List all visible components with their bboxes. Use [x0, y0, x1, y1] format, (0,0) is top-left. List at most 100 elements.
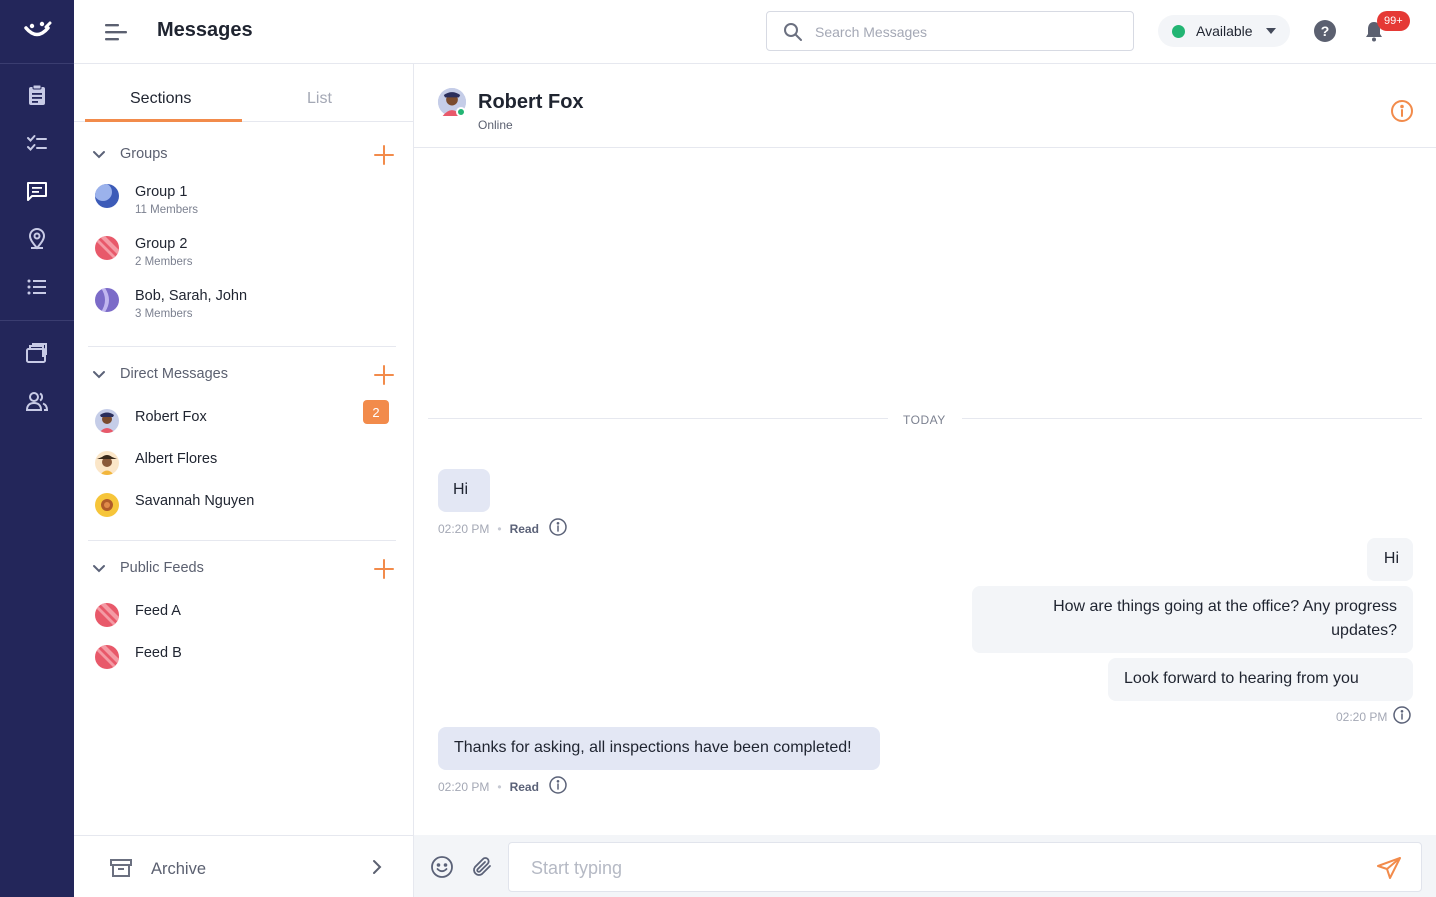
outgoing-message: Look forward to hearing from you: [1108, 658, 1413, 701]
archive-link[interactable]: Archive: [74, 835, 413, 897]
meta-separator: •: [497, 521, 502, 536]
users-icon[interactable]: [0, 381, 74, 421]
chevron-down-icon: [92, 562, 106, 581]
top-header: Messages Available ? 99+: [74, 0, 1436, 64]
send-icon[interactable]: [1376, 856, 1402, 885]
briefcase-icon[interactable]: [0, 333, 74, 373]
add-group-icon[interactable]: [373, 144, 395, 171]
contact-avatar: [95, 409, 119, 433]
contact-name: Albert Flores: [135, 451, 218, 467]
public-feeds-section-header[interactable]: Public Feeds: [74, 554, 413, 584]
group-name: Group 2: [135, 236, 188, 252]
rail-divider: [0, 320, 74, 321]
message-time: 02:20 PM: [1336, 709, 1388, 724]
groups-section-title: Groups: [120, 146, 168, 162]
feed-item[interactable]: Feed A: [74, 603, 413, 647]
group-item[interactable]: Bob, Sarah, John 3 Members: [74, 288, 413, 332]
read-receipt: Read: [509, 521, 539, 536]
panel-tabs: Sections List: [74, 64, 413, 122]
search-icon: [783, 22, 803, 47]
logo-icon[interactable]: [0, 0, 74, 64]
feed-name: Feed A: [135, 603, 181, 619]
contact-avatar: [95, 451, 119, 475]
chevron-down-icon: [92, 148, 106, 167]
message-meta: 02:20 PM: [1336, 706, 1412, 727]
message-info-icon[interactable]: [549, 518, 567, 539]
chevron-right-icon: [370, 859, 384, 880]
incoming-message: Thanks for asking, all inspections have …: [438, 727, 880, 770]
tab-list[interactable]: List: [307, 90, 332, 108]
message-time: 02:20 PM: [438, 521, 490, 536]
contact-item[interactable]: Albert Flores: [74, 451, 413, 495]
group-name: Bob, Sarah, John: [135, 288, 248, 304]
app-rail: [0, 0, 74, 897]
meta-separator: •: [497, 779, 502, 794]
archive-label: Archive: [151, 860, 207, 878]
status-dot: [1172, 24, 1185, 38]
feed-avatar: [95, 603, 119, 627]
info-icon[interactable]: [1390, 99, 1414, 128]
list-icon[interactable]: [0, 267, 74, 307]
day-separator-line: [428, 418, 888, 419]
section-divider: [88, 346, 396, 347]
search-input[interactable]: [815, 20, 1115, 44]
status-label: Available: [1196, 23, 1253, 39]
page-title: Messages: [157, 19, 253, 41]
contact-item[interactable]: Robert Fox 2: [74, 400, 413, 453]
add-direct-message-icon[interactable]: [373, 364, 395, 391]
feed-avatar: [95, 645, 119, 669]
groups-section-header[interactable]: Groups: [74, 140, 413, 170]
help-icon[interactable]: ?: [1314, 20, 1336, 42]
archive-icon: [110, 858, 132, 883]
menu-toggle-icon[interactable]: [104, 20, 128, 44]
message-meta: 02:20 PM • Read: [438, 776, 567, 797]
group-avatar: [95, 288, 119, 312]
outgoing-message: How are things going at the office? Any …: [972, 586, 1413, 653]
notification-count-badge: 99+: [1377, 11, 1410, 31]
caret-down-icon: [1266, 28, 1276, 34]
emoji-icon[interactable]: [430, 855, 454, 884]
day-separator-line: [962, 418, 1422, 419]
feed-item[interactable]: Feed B: [74, 645, 413, 689]
add-feed-icon[interactable]: [373, 558, 395, 585]
contact-item[interactable]: Savannah Nguyen: [74, 493, 413, 537]
group-item[interactable]: Group 1 11 Members: [74, 184, 413, 228]
chat-contact-name: Robert Fox: [478, 91, 584, 113]
group-item[interactable]: Group 2 2 Members: [74, 236, 413, 280]
attachment-icon[interactable]: [470, 855, 494, 884]
message-meta: 02:20 PM • Read: [438, 518, 567, 539]
group-members: 3 Members: [135, 308, 193, 320]
search-box[interactable]: [766, 11, 1134, 51]
active-tab-indicator: [85, 119, 242, 122]
direct-messages-section-header[interactable]: Direct Messages: [74, 360, 413, 390]
group-avatar: [95, 236, 119, 260]
message-composer: [414, 835, 1436, 897]
clipboard-icon[interactable]: [0, 75, 74, 115]
tab-sections[interactable]: Sections: [130, 90, 191, 108]
checklist-icon[interactable]: [0, 123, 74, 163]
read-receipt: Read: [509, 779, 539, 794]
group-members: 11 Members: [135, 204, 199, 216]
day-separator-label: TODAY: [903, 413, 946, 427]
feed-name: Feed B: [135, 645, 182, 661]
conversations-panel: Sections List Groups Group 1 11 Members …: [74, 64, 414, 897]
incoming-message: Hi: [438, 469, 490, 512]
outgoing-message: Hi: [1367, 538, 1413, 581]
public-feeds-section-title: Public Feeds: [120, 560, 204, 576]
chevron-down-icon: [92, 368, 106, 387]
group-name: Group 1: [135, 184, 188, 200]
chat-icon[interactable]: [0, 171, 74, 211]
section-divider: [88, 540, 396, 541]
message-time: 02:20 PM: [438, 779, 490, 794]
location-pin-icon[interactable]: [0, 219, 74, 259]
direct-messages-section-title: Direct Messages: [120, 366, 228, 382]
message-input[interactable]: [531, 855, 1351, 881]
availability-dropdown[interactable]: Available: [1158, 15, 1290, 47]
unread-count-badge: 2: [363, 400, 389, 424]
group-avatar: [95, 184, 119, 208]
contact-avatar: [95, 493, 119, 517]
message-info-icon[interactable]: [1393, 706, 1412, 727]
chat-contact-status: Online: [478, 118, 513, 132]
message-input-box[interactable]: [508, 842, 1422, 892]
message-info-icon[interactable]: [549, 776, 567, 797]
